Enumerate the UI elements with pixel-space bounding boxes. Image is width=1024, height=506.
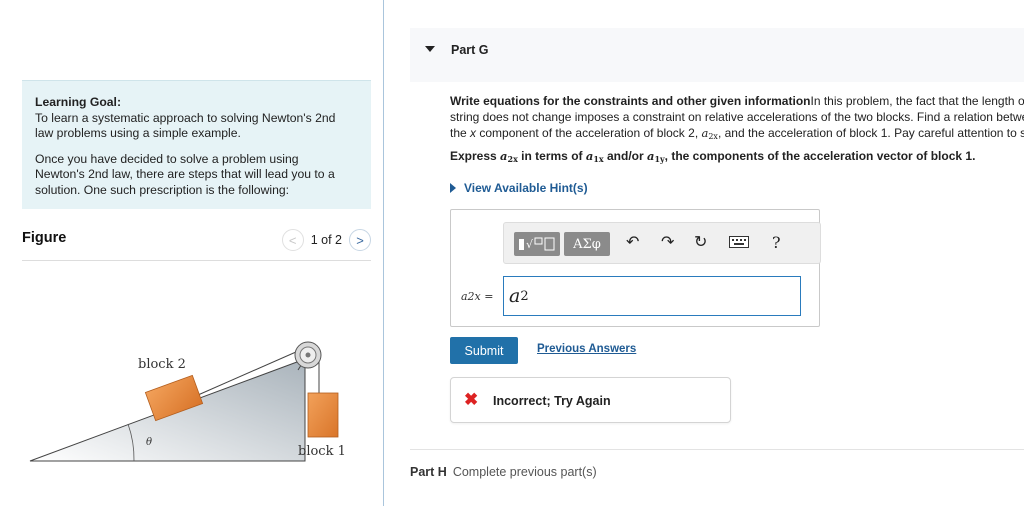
answer-panel: √ ΑΣφ ↶ ↷ ↻ ? a2x = a2	[450, 209, 821, 327]
express-a: Express	[450, 149, 501, 163]
var-a2x: a2x	[701, 126, 718, 141]
feedback-message: Incorrect; Try Again	[493, 394, 611, 408]
part-g-header[interactable]: Part G	[410, 28, 1024, 82]
answer-input-letter: a	[509, 285, 521, 307]
error-x-icon: ✖	[464, 390, 479, 409]
svg-text:√: √	[526, 238, 534, 251]
next-figure-button[interactable]: >	[349, 229, 371, 251]
math-toolbar: √ ΑΣφ ↶ ↷ ↻ ?	[503, 222, 821, 264]
var-a2x-sub: 2x	[708, 132, 718, 141]
part-g-instructions: Write equations for the constraints and …	[450, 93, 1024, 145]
part-h-row: Part H Complete previous part(s)	[410, 449, 1024, 479]
previous-figure-button[interactable]: <	[281, 229, 304, 251]
figure-header: Figure < 1 of 2 >	[22, 228, 371, 261]
collapse-caret-icon[interactable]	[425, 46, 435, 52]
figure-title: Figure	[22, 230, 67, 246]
keyboard-icon[interactable]	[729, 235, 749, 255]
instruction-heading: Write equations for the constraints and …	[450, 94, 811, 108]
answer-input-sub: 2	[520, 288, 529, 304]
previous-answers-link[interactable]: Previous Answers	[537, 343, 636, 355]
block-1-label: block 1	[298, 444, 346, 459]
undo-icon[interactable]: ↶	[626, 233, 639, 253]
part-h-title: Part H	[410, 465, 447, 479]
view-hints-link[interactable]: View Available Hint(s)	[450, 181, 588, 195]
expand-triangle-icon	[450, 183, 456, 193]
learning-goal-box: Learning Goal: To learn a systematic app…	[22, 80, 371, 209]
feedback-box: ✖ Incorrect; Try Again	[450, 377, 731, 423]
instruction-line3-c: , and the acceleration of block 1. Pay c…	[717, 126, 1024, 140]
part-h-status: Complete previous part(s)	[452, 465, 597, 479]
block-1	[307, 392, 339, 438]
learning-goal-para2-line3: solution. One such prescription is the f…	[35, 182, 290, 197]
block-2-label: block 2	[138, 357, 186, 372]
left-panel: Learning Goal: To learn a systematic app…	[0, 0, 384, 506]
express-var-a1y: a1y	[647, 149, 665, 164]
part-g-title: Part G	[451, 43, 489, 57]
figure-pager: < 1 of 2 >	[281, 228, 371, 252]
equation-label: a2x =	[461, 289, 494, 303]
reset-icon[interactable]: ↻	[694, 233, 707, 253]
hints-label: View Available Hint(s)	[464, 181, 588, 195]
pulley	[294, 341, 322, 369]
incline-pulley-figure: θ block 2 block 1	[29, 341, 346, 462]
express-var-a2x: a2x	[500, 149, 518, 164]
express-var-a2x-letter: a	[500, 149, 508, 163]
learning-goal-para2-line2: Newton's 2nd law, there are steps that w…	[35, 167, 335, 181]
instruction-line3-b: component of the acceleration of block 2…	[476, 126, 702, 140]
learning-goal-para2-line1: Once you have decided to solve a problem…	[35, 151, 299, 166]
help-button[interactable]: ?	[772, 233, 781, 253]
express-var-a1y-sub: 1y	[654, 154, 665, 164]
instruction-line2: string does not change imposes a constra…	[450, 110, 1024, 124]
templates-icon: √	[519, 237, 555, 251]
greek-symbols-button[interactable]: ΑΣφ	[564, 232, 610, 256]
express-var-a1x: a1x	[586, 149, 604, 164]
express-b: in terms of	[517, 149, 586, 163]
learning-goal-line1: To learn a systematic approach to solvin…	[35, 110, 336, 125]
equation-row: a2x = a2	[461, 276, 801, 316]
express-c: and/or	[603, 149, 647, 163]
instruction-rest: In this problem, the fact that the lengt…	[810, 94, 1024, 108]
express-d: , the components of the acceleration vec…	[664, 149, 976, 163]
learning-goal-line2: law problems using a simple example.	[35, 126, 241, 140]
templates-button[interactable]: √	[514, 232, 560, 256]
learning-goal-heading: Learning Goal:	[35, 95, 121, 109]
express-instruction: Express a2x in terms of a1x and/or a1y, …	[450, 149, 975, 164]
express-var-a1x-sub: 1x	[593, 154, 604, 164]
express-var-a2x-sub: 2x	[507, 154, 518, 164]
redo-icon[interactable]: ↷	[661, 233, 674, 253]
figure-page-indicator: 1 of 2	[310, 233, 342, 247]
angle-label: θ	[146, 437, 152, 448]
answer-input[interactable]: a2	[503, 276, 801, 316]
instruction-line3-a: the	[450, 126, 471, 140]
submit-button[interactable]: Submit	[450, 337, 518, 364]
